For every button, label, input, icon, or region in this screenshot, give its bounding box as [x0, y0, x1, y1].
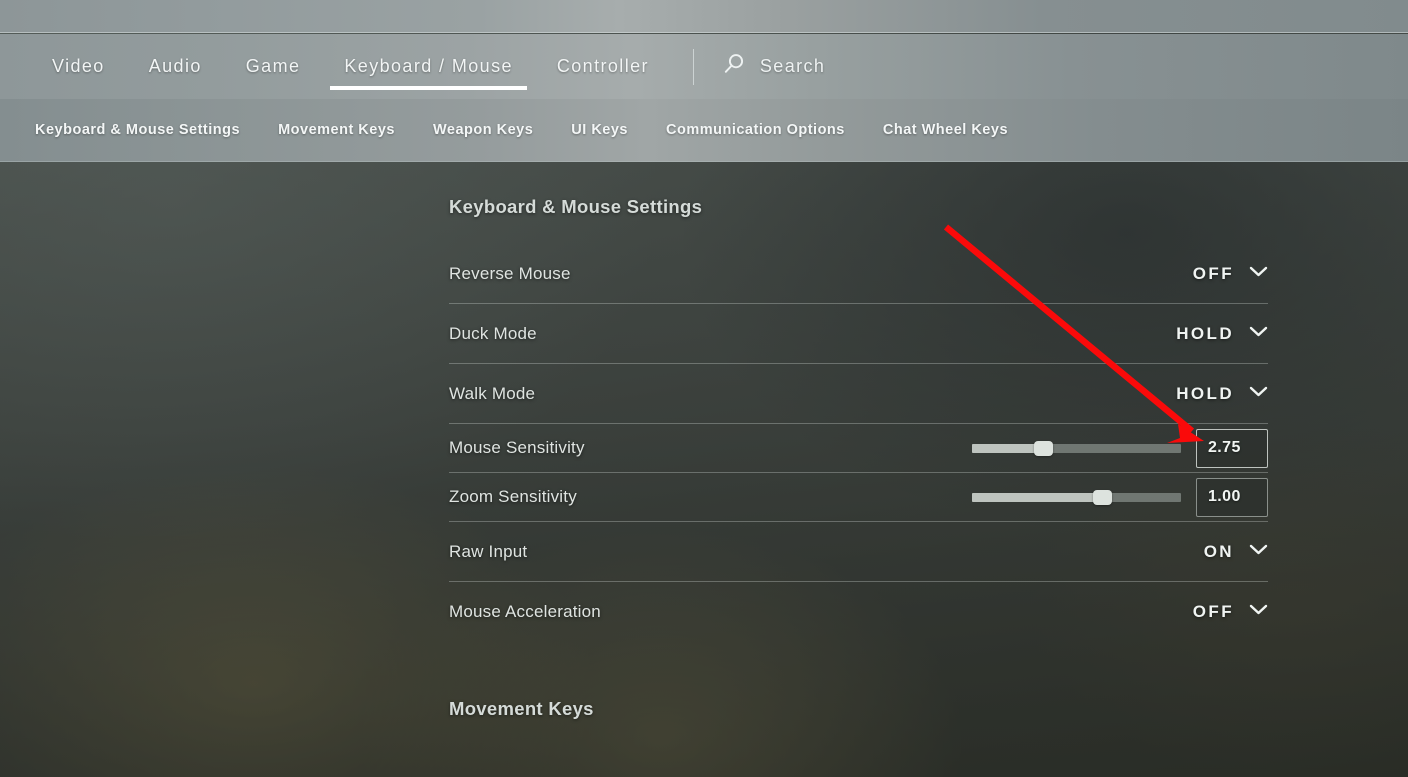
mouse-sensitivity-value: 2.75 — [1208, 439, 1241, 456]
tab-keyboard-mouse-label: Keyboard / Mouse — [344, 56, 513, 76]
subtab-weapon-keys[interactable]: Weapon Keys — [414, 122, 552, 138]
subtab-communication-options[interactable]: Communication Options — [647, 122, 864, 138]
setting-label-raw-input: Raw Input — [449, 541, 528, 561]
setting-value-duck-mode: HOLD — [1176, 323, 1234, 343]
search-label: Search — [759, 56, 826, 76]
zoom-sensitivity-value: 1.00 — [1208, 488, 1241, 505]
primary-navigation: Video Audio Game Keyboard / Mouse Contro… — [0, 34, 1408, 99]
chevron-down-icon[interactable] — [1249, 543, 1268, 561]
chevron-down-icon[interactable] — [1249, 325, 1268, 343]
setting-control-mouse-acceleration[interactable]: OFF — [1193, 602, 1268, 622]
setting-row-raw-input[interactable]: Raw Input ON — [449, 522, 1268, 582]
secondary-navigation: Keyboard & Mouse Settings Movement Keys … — [0, 99, 1408, 162]
chevron-down-icon[interactable] — [1249, 265, 1268, 283]
tab-controller[interactable]: Controller — [535, 34, 671, 99]
chevron-down-icon[interactable] — [1249, 385, 1268, 403]
setting-control-walk-mode[interactable]: HOLD — [1176, 384, 1268, 404]
tab-audio-label: Audio — [148, 56, 202, 76]
chevron-down-icon[interactable] — [1249, 603, 1268, 621]
setting-label-walk-mode: Walk Mode — [449, 383, 536, 403]
setting-label-duck-mode: Duck Mode — [449, 323, 537, 343]
setting-value-mouse-acceleration: OFF — [1192, 602, 1234, 621]
setting-label-mouse-sensitivity: Mouse Sensitivity — [449, 438, 585, 457]
slider-handle[interactable] — [1092, 489, 1112, 505]
tab-controller-label: Controller — [556, 56, 649, 76]
setting-row-reverse-mouse[interactable]: Reverse Mouse OFF — [449, 244, 1268, 304]
section-title-movement-keys: Movement Keys — [449, 698, 594, 719]
tab-video[interactable]: Video — [30, 34, 127, 99]
setting-row-walk-mode[interactable]: Walk Mode HOLD — [449, 364, 1268, 424]
slider-fill — [972, 492, 1102, 502]
mouse-sensitivity-value-box[interactable]: 2.75 — [1196, 428, 1268, 468]
subtab-chat-wheel-keys[interactable]: Chat Wheel Keys — [864, 122, 1027, 138]
top-bar — [0, 0, 1408, 33]
setting-label-zoom-sensitivity: Zoom Sensitivity — [449, 487, 577, 506]
setting-value-walk-mode: HOLD — [1176, 383, 1234, 403]
setting-value-raw-input: ON — [1203, 541, 1234, 561]
setting-control-reverse-mouse[interactable]: OFF — [1193, 264, 1268, 284]
tab-video-label: Video — [52, 56, 105, 76]
tab-game[interactable]: Game — [224, 34, 323, 99]
setting-row-mouse-sensitivity[interactable]: Mouse Sensitivity 2.75 — [449, 424, 1268, 473]
settings-panel: Keyboard & Mouse Settings Reverse Mouse … — [449, 163, 1268, 720]
setting-row-mouse-acceleration[interactable]: Mouse Acceleration OFF — [449, 582, 1268, 642]
tab-game-label: Game — [245, 56, 301, 76]
search-icon — [722, 52, 746, 81]
tab-keyboard-mouse[interactable]: Keyboard / Mouse — [322, 34, 534, 99]
setting-row-zoom-sensitivity[interactable]: Zoom Sensitivity 1.00 — [449, 473, 1268, 522]
section-title-keyboard-mouse: Keyboard & Mouse Settings — [449, 196, 703, 217]
setting-value-reverse-mouse: OFF — [1192, 263, 1234, 283]
setting-label-mouse-acceleration: Mouse Acceleration — [449, 602, 601, 621]
tab-audio[interactable]: Audio — [127, 34, 224, 99]
slider-handle[interactable] — [1034, 440, 1054, 456]
zoom-sensitivity-value-box[interactable]: 1.00 — [1196, 477, 1268, 517]
primary-tab-list: Video Audio Game Keyboard / Mouse Contro… — [0, 34, 671, 99]
setting-control-duck-mode[interactable]: HOLD — [1176, 324, 1268, 344]
slider-fill — [972, 443, 1044, 453]
settings-content: Keyboard & Mouse Settings Reverse Mouse … — [0, 163, 1408, 777]
subtab-ui-keys[interactable]: UI Keys — [552, 122, 647, 138]
setting-control-raw-input[interactable]: ON — [1204, 542, 1268, 562]
setting-control-mouse-sensitivity[interactable]: 2.75 — [972, 428, 1268, 468]
subtab-movement-keys[interactable]: Movement Keys — [259, 122, 414, 138]
setting-label-reverse-mouse: Reverse Mouse — [449, 263, 571, 283]
subtab-keyboard-mouse-settings[interactable]: Keyboard & Mouse Settings — [30, 122, 259, 138]
zoom-sensitivity-slider[interactable] — [972, 489, 1181, 505]
mouse-sensitivity-slider[interactable] — [972, 440, 1181, 456]
setting-row-duck-mode[interactable]: Duck Mode HOLD — [449, 304, 1268, 364]
search-button[interactable]: Search — [694, 52, 825, 81]
setting-control-zoom-sensitivity[interactable]: 1.00 — [972, 477, 1268, 517]
